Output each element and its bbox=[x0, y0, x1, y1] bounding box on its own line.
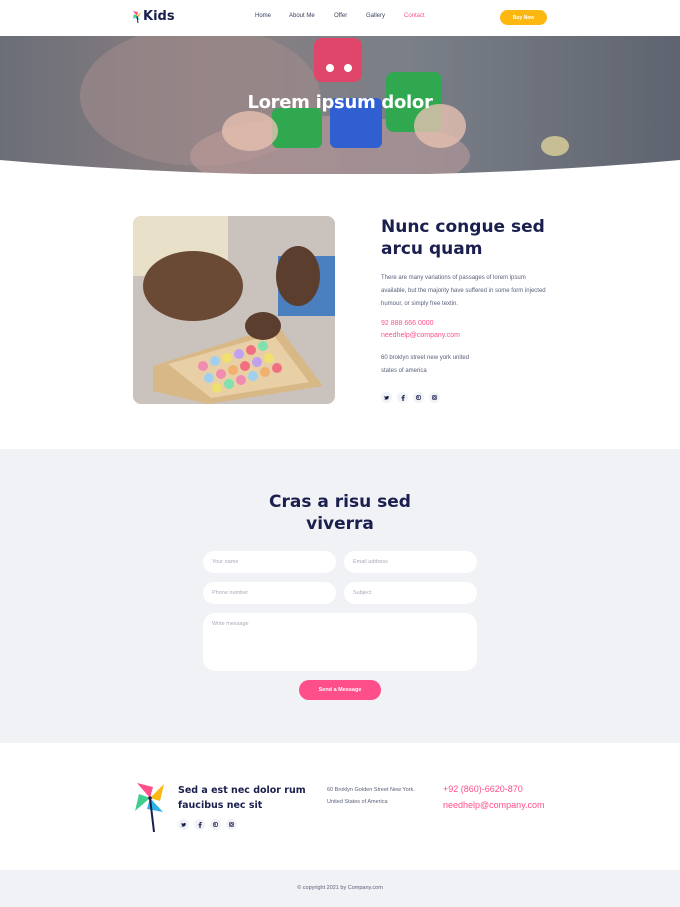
pinwheel-logo-icon bbox=[133, 10, 141, 23]
about-phone[interactable]: 92 888 666 0000 bbox=[381, 320, 434, 327]
facebook-button[interactable] bbox=[194, 819, 205, 830]
about-heading: Nunc congue sed arcu quam bbox=[381, 217, 545, 259]
footer-address-line2: United States of America bbox=[327, 799, 388, 805]
footer-email[interactable]: needhelp@company.com bbox=[443, 800, 545, 810]
pinterest-button[interactable] bbox=[210, 819, 221, 830]
facebook-icon bbox=[197, 821, 202, 828]
chalk-box-image bbox=[133, 216, 335, 404]
pinterest-button[interactable] bbox=[413, 392, 424, 403]
nav-offer[interactable]: Offer bbox=[334, 13, 347, 19]
nav-gallery[interactable]: Gallery bbox=[366, 13, 385, 19]
hero-title: Lorem ipsum dolor bbox=[247, 92, 433, 113]
footer-heading: Sed a est nec dolor rum faucibus nec sit bbox=[178, 785, 306, 811]
about-email[interactable]: needhelp@company.com bbox=[381, 332, 460, 339]
twitter-icon bbox=[384, 395, 389, 400]
twitter-icon bbox=[181, 822, 186, 827]
instagram-button[interactable] bbox=[226, 819, 237, 830]
twitter-button[interactable] bbox=[178, 819, 189, 830]
copyright-bar: © copyright 2021 by Company.com bbox=[0, 870, 680, 907]
logo-text: Kids bbox=[143, 9, 175, 24]
contact-heading-line2: viverra bbox=[306, 514, 374, 534]
contact-heading: Cras a risu sed viverra bbox=[0, 491, 680, 535]
logo[interactable]: Kids bbox=[132, 9, 175, 24]
subject-input[interactable] bbox=[344, 582, 477, 604]
contact-section: Cras a risu sed viverra Send a Message bbox=[0, 449, 680, 743]
footer-address-line1: 60 Broklyn Golden Street New York. bbox=[327, 787, 415, 793]
buy-now-button[interactable]: Buy Now bbox=[500, 10, 547, 25]
chalk-photo bbox=[133, 216, 335, 404]
send-message-button[interactable]: Send a Message bbox=[299, 680, 381, 700]
contact-heading-line1: Cras a risu sed bbox=[269, 492, 411, 512]
email-input[interactable] bbox=[344, 551, 477, 573]
facebook-icon bbox=[400, 394, 405, 401]
instagram-icon bbox=[432, 395, 437, 400]
name-input[interactable] bbox=[203, 551, 336, 573]
phone-input[interactable] bbox=[203, 582, 336, 604]
copyright-text: © copyright 2021 by Company.com bbox=[297, 885, 383, 891]
nav-about-me[interactable]: About Me bbox=[289, 13, 315, 19]
pinterest-icon bbox=[213, 822, 218, 827]
footer-phone[interactable]: +92 (860)-6620-870 bbox=[443, 784, 523, 794]
about-address-line1: 60 broklyn street new york united bbox=[381, 355, 470, 361]
hero-banner: Lorem ipsum dolor bbox=[0, 36, 680, 174]
instagram-icon bbox=[229, 822, 234, 827]
pinwheel-icon bbox=[135, 783, 164, 833]
about-social-links bbox=[381, 392, 445, 403]
footer-address: 60 Broklyn Golden Street New York. Unite… bbox=[327, 784, 437, 808]
instagram-button[interactable] bbox=[429, 392, 440, 403]
facebook-button[interactable] bbox=[397, 392, 408, 403]
message-textarea[interactable] bbox=[203, 613, 477, 671]
about-address-line2: states of america bbox=[381, 368, 427, 374]
nav-home[interactable]: Home bbox=[255, 13, 271, 19]
footer-logo[interactable] bbox=[133, 781, 167, 838]
pinterest-icon bbox=[416, 395, 421, 400]
site-header: Kids Home About Me Offer Gallery Contact… bbox=[0, 0, 680, 36]
twitter-button[interactable] bbox=[381, 392, 392, 403]
nav-contact[interactable]: Contact bbox=[404, 13, 425, 19]
footer-social-links bbox=[178, 819, 242, 830]
about-description: There are many variations of passages of… bbox=[381, 275, 546, 307]
